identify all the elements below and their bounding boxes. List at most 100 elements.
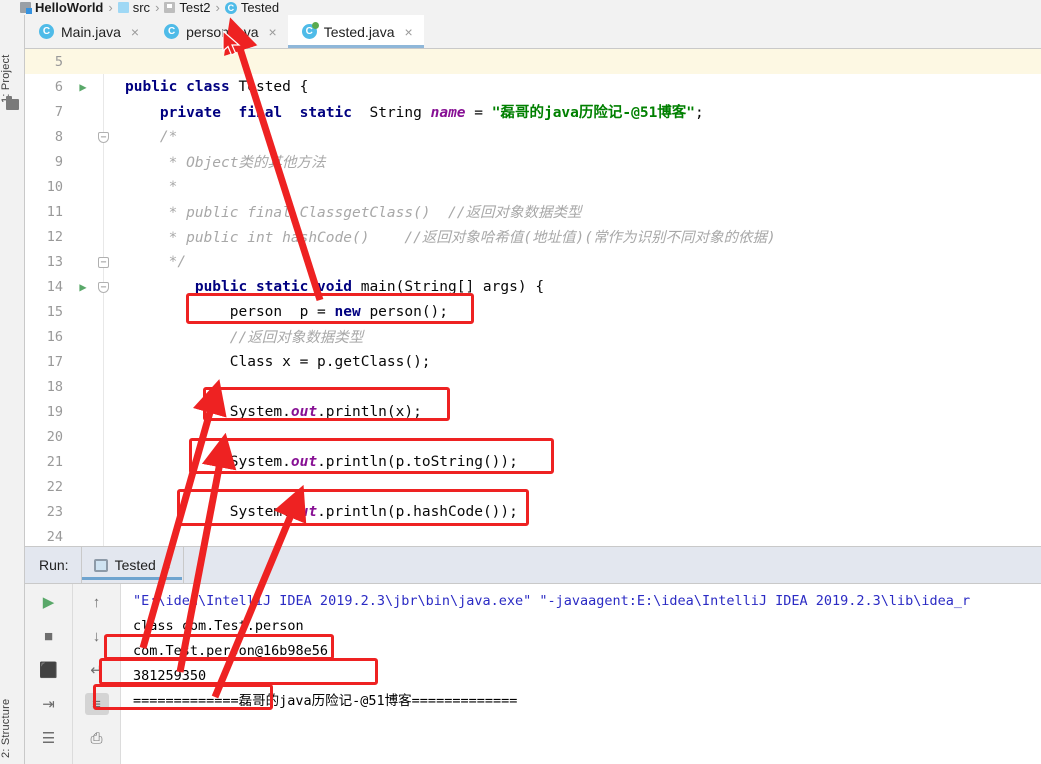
run-config-icon (93, 558, 108, 572)
console-line: class com.Test.person (133, 618, 304, 634)
editor-tab-label: Main.java (61, 23, 121, 40)
code-line[interactable]: 23 System.out.println(p.hashCode()); (25, 499, 1041, 524)
run-tool-window: Run: Tested × ▶ ■ ⬛ ⇥ ☰ ↑ ↓ ↵ ≡ ⎙ "E:\idea\Intel… (25, 546, 1041, 764)
code-text: person p = new person(); (125, 303, 449, 320)
code-line[interactable]: 22 (25, 474, 1041, 499)
run-tab-label: Tested (114, 557, 156, 573)
code-line[interactable]: 14 ▶ − public static void main(String[] ar… (25, 274, 1041, 299)
code-line[interactable]: 5 (25, 49, 1041, 74)
line-number: 14 (46, 278, 63, 295)
package-icon (164, 2, 176, 13)
sidebar-item-structure[interactable]: 2: Structure (0, 672, 25, 758)
line-number: 10 (46, 178, 63, 195)
run-body: ▶ ■ ⬛ ⇥ ☰ ↑ ↓ ↵ ≡ ⎙ "E:\idea\IntelliJ IDEA 2019.… (25, 584, 1041, 764)
line-number: 17 (46, 353, 63, 370)
breadcrumb-separator: › (215, 0, 220, 15)
breadcrumb-item-class[interactable]: C Tested (224, 0, 279, 15)
console-line: com.Test.person@16b98e56 (133, 643, 329, 659)
line-number: 5 (54, 53, 63, 70)
folder-icon[interactable] (6, 96, 19, 110)
code-line[interactable]: 18 (25, 374, 1041, 399)
toggle-tasks-button[interactable]: ☰ (37, 727, 61, 749)
run-toolbar-right: ↑ ↓ ↵ ≡ ⎙ (73, 584, 121, 764)
close-icon[interactable]: × (131, 24, 139, 40)
line-number: 24 (46, 528, 63, 545)
code-text: public class Tested { (125, 78, 309, 95)
java-class-icon: C (39, 24, 54, 39)
breadcrumb-item-package[interactable]: Test2 (164, 0, 210, 15)
console-line: =============磊哥的java历险记-@51博客===========… (133, 693, 518, 709)
up-arrow-button[interactable]: ↑ (85, 591, 109, 613)
code-text: * public final ClassgetClass() //返回对象数据类… (125, 205, 582, 221)
close-icon[interactable]: × (405, 24, 413, 40)
code-line[interactable]: 7 private final static String name = "磊哥… (25, 99, 1041, 124)
rerun-button[interactable]: ▶ (37, 591, 61, 613)
code-line[interactable]: 17 Class x = p.getClass(); (25, 349, 1041, 374)
editor-tab-tested-java[interactable]: C Tested.java × (287, 15, 424, 48)
breadcrumb-item-src[interactable]: src (117, 0, 150, 15)
sidebar-item-project[interactable]: 1: Project (0, 23, 25, 103)
breadcrumb: HelloWorld › src › Test2 › C Tested (0, 0, 1041, 15)
breadcrumb-separator: › (155, 0, 160, 15)
code-line[interactable]: 19 System.out.println(x); (25, 399, 1041, 424)
line-number: 11 (46, 203, 63, 220)
line-number: 23 (46, 503, 63, 520)
code-line[interactable]: 16 //返回对象数据类型 (25, 324, 1041, 349)
code-text: private final static String name = "磊哥的j… (159, 105, 704, 121)
close-icon[interactable]: × (269, 24, 277, 40)
code-line[interactable]: 6 ▶ public class Tested { (25, 74, 1041, 99)
run-label: Run: (39, 557, 69, 573)
fold-marker-icon[interactable]: − (94, 130, 113, 143)
source-folder-icon (117, 2, 129, 13)
line-number: 6 (54, 78, 63, 95)
code-text: */ (125, 253, 187, 270)
code-line[interactable]: 13 − */ (25, 249, 1041, 274)
stop-button[interactable]: ■ (37, 625, 61, 647)
run-tab-tested[interactable]: Tested × (80, 547, 185, 583)
line-number: 12 (46, 228, 63, 245)
fold-marker-icon[interactable]: − (94, 255, 113, 268)
code-line[interactable]: 21 System.out.println(p.toString()); (25, 449, 1041, 474)
module-icon (20, 2, 32, 14)
close-icon[interactable]: × (163, 557, 171, 573)
code-text: System.out.println(x); (125, 403, 422, 420)
code-text: //返回对象数据类型 (125, 330, 364, 346)
code-text: Class x = p.getClass(); (125, 353, 431, 370)
code-line[interactable]: 15 person p = new person(); (25, 299, 1041, 324)
java-class-runnable-icon: C (301, 22, 319, 39)
line-number: 20 (46, 428, 63, 445)
code-line[interactable]: 10 * (25, 174, 1041, 199)
line-number: 21 (46, 453, 63, 470)
editor-tab-main-java[interactable]: C Main.java × (25, 15, 150, 48)
export-button[interactable]: ⇥ (37, 693, 61, 715)
code-line[interactable]: 11 * public final ClassgetClass() //返回对象… (25, 199, 1041, 224)
editor-tab-bar: C Main.java × Cperson.java × C Tested.java × (25, 15, 1041, 49)
console-output[interactable]: "E:\idea\IntelliJ IDEA 2019.2.3\jbr\bin\… (121, 584, 1041, 764)
run-header: Run: Tested × (25, 547, 1041, 584)
line-number: 22 (46, 478, 63, 495)
code-line[interactable]: 8 − /* (25, 124, 1041, 149)
editor-tab-person-java[interactable]: Cperson.java × (150, 15, 288, 48)
down-arrow-button[interactable]: ↓ (85, 625, 109, 647)
dump-threads-button[interactable]: ⬛ (37, 659, 61, 681)
soft-wrap-button[interactable]: ↵ (85, 659, 109, 681)
scroll-to-end-button[interactable]: ≡ (84, 693, 109, 715)
code-text: System.out.println(p.toString()); (125, 453, 518, 470)
code-line[interactable]: 9 * Object类的其他方法 (25, 149, 1041, 174)
code-line[interactable]: 12 * public int hashCode() //返回对象哈希值(地址值… (25, 224, 1041, 249)
console-line: "E:\idea\IntelliJ IDEA 2019.2.3\jbr\bin\… (133, 593, 971, 609)
code-editor[interactable]: 5 6 ▶ public class Tested { 7 private final… (25, 49, 1041, 546)
run-gutter-icon[interactable]: ▶ (72, 280, 94, 294)
run-gutter-icon[interactable]: ▶ (72, 80, 94, 94)
code-line[interactable]: 24 (25, 524, 1041, 546)
code-line[interactable]: 20 (25, 424, 1041, 449)
line-number: 19 (46, 403, 63, 420)
print-button[interactable]: ⎙ (85, 727, 109, 749)
breadcrumb-item-module[interactable]: HelloWorld (20, 0, 103, 15)
fold-marker-icon[interactable]: − (94, 280, 113, 293)
